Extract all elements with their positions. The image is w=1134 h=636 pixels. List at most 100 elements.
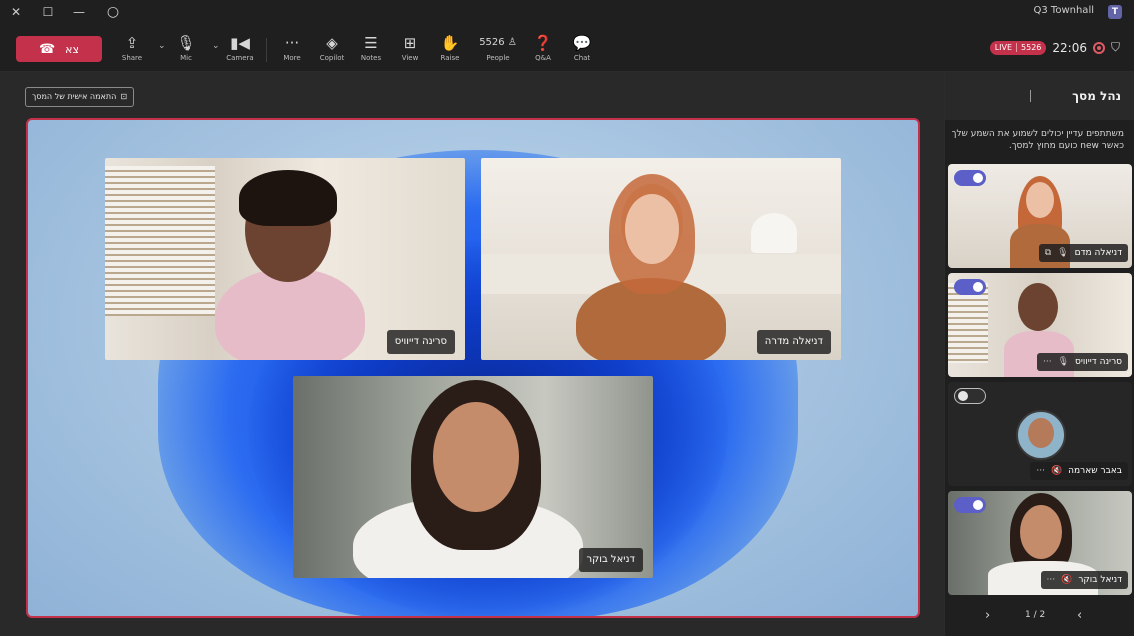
people-count: 5526 xyxy=(479,37,505,48)
bookshelf xyxy=(948,283,988,363)
manage-screen-panel: נהל מסך משתתפים עדיין יכולים לשמוע את הש… xyxy=(944,72,1134,636)
tile-name-tag: דניאלה מדרה xyxy=(756,330,831,354)
copilot-icon: ◈ xyxy=(326,34,338,52)
recording-icon xyxy=(1092,41,1105,54)
view-label: View xyxy=(401,54,419,62)
more-dots-icon[interactable]: ··· xyxy=(1043,353,1052,371)
camera-icon: ▮◀ xyxy=(230,34,250,52)
participant-name-tag: ··· 🎙 סרינה דייוויס xyxy=(1036,353,1128,371)
participant-name: דניאלה מדם xyxy=(1074,248,1122,258)
view-button[interactable]: ⊞ View xyxy=(392,33,428,67)
on-screen-toggle[interactable] xyxy=(954,388,986,404)
participant-name-tag: ··· 🔇 באבר שארמה xyxy=(1030,462,1128,480)
participant-face xyxy=(625,194,679,264)
people-button[interactable]: 5526 ♙ People xyxy=(472,33,524,67)
shield-icon: ⛉ xyxy=(1110,40,1120,54)
panel-title: נהל מסך xyxy=(1072,89,1121,103)
more-label: More xyxy=(283,54,301,62)
notes-button[interactable]: ☰ Notes xyxy=(353,33,389,67)
on-screen-toggle[interactable] xyxy=(954,497,986,513)
tile-name-tag: סרינה דייוויס xyxy=(386,330,455,354)
mic-muted-icon: 🔇 xyxy=(1061,575,1073,585)
view-grid-icon: ⊞ xyxy=(403,34,417,52)
minimize-window-icon[interactable]: — xyxy=(71,4,87,20)
participant-face xyxy=(1026,182,1054,218)
people-icon: 5526 ♙ xyxy=(479,37,517,48)
participant-head xyxy=(1018,283,1058,331)
next-page-chevron-icon[interactable]: › xyxy=(985,608,990,623)
copilot-label: Copilot xyxy=(319,54,345,62)
meeting-stage: התאמה אישית של המסך ⊡ סרינה דייוויס דניא… xyxy=(0,72,944,636)
live-badge: 5526 LIVE xyxy=(989,40,1047,55)
meeting-timer: 22:06 xyxy=(1052,40,1087,55)
notes-icon: ☰ xyxy=(364,34,378,52)
more-button[interactable]: ··· More xyxy=(274,33,310,67)
copilot-button[interactable]: ◈ Copilot xyxy=(314,33,350,67)
chat-button[interactable]: 💬 Chat xyxy=(564,33,600,67)
avatar-face xyxy=(1028,418,1054,448)
share-icon: ⇪ xyxy=(125,34,139,52)
participant-tile[interactable]: ··· 🔇 דניאל בוקר xyxy=(948,491,1132,595)
qa-icon: ❓ xyxy=(533,34,553,52)
people-label: People xyxy=(486,54,510,62)
camera-button[interactable]: ▮◀ Camera xyxy=(222,33,258,67)
chat-icon: 💬 xyxy=(572,34,592,52)
mic-icon: 🎙 xyxy=(1057,357,1070,367)
camera-label: Camera xyxy=(226,54,254,62)
participant-hair xyxy=(239,170,337,226)
toolbar-divider xyxy=(266,38,267,62)
participant-name: דניאל בוקר xyxy=(1078,575,1122,585)
qa-button[interactable]: ❓ Q&A xyxy=(525,33,561,67)
tile-name-tag: דניאל בוקר xyxy=(578,548,643,572)
camera-options-chevron-icon[interactable]: ⌄ xyxy=(212,41,220,51)
video-tile[interactable]: סרינה דייוויס xyxy=(105,158,465,360)
mic-options-chevron-icon[interactable]: ⌄ xyxy=(158,41,166,51)
participant-name: באבר שארמה xyxy=(1068,466,1122,476)
meeting-status: 5526 LIVE 22:06 ⛉ xyxy=(989,40,1120,55)
video-tile[interactable]: דניאלה מדרה xyxy=(481,158,841,360)
prev-page-chevron-icon[interactable]: ‹ xyxy=(1077,608,1082,623)
raise-label: Raise xyxy=(440,54,460,62)
layout-person-icon: ⊡ xyxy=(120,92,128,101)
live-count: 5526 xyxy=(1016,43,1041,52)
page-indicator: 1 / 2 xyxy=(1025,610,1046,620)
maximize-window-icon[interactable]: ☐ xyxy=(40,4,56,20)
panel-description: משתתפים עדיין יכולים לשמוע את השמע שלך כ… xyxy=(951,129,1124,151)
qa-label: Q&A xyxy=(535,54,551,62)
share-button[interactable]: ⇪ Share xyxy=(114,33,150,67)
participant-face xyxy=(1020,505,1062,559)
participant-face xyxy=(433,402,519,512)
leave-label: צא xyxy=(65,42,80,56)
teams-app-icon: T xyxy=(1108,5,1122,19)
more-dots-icon[interactable]: ··· xyxy=(1036,462,1045,480)
shared-scene: סרינה דייוויס דניאלה מדרה דניאל בוקר xyxy=(26,118,920,618)
video-tile[interactable]: דניאל בוקר xyxy=(293,376,653,578)
close-window-icon[interactable]: ✕ xyxy=(8,4,24,20)
mic-label: Mic xyxy=(180,54,192,62)
raise-hand-button[interactable]: ✋ Raise xyxy=(432,33,468,67)
on-screen-toggle[interactable] xyxy=(954,170,986,186)
more-dots-icon[interactable]: ··· xyxy=(1047,571,1056,589)
on-screen-toggle[interactable] xyxy=(954,279,986,295)
mic-button[interactable]: 🎙 Mic xyxy=(168,33,204,67)
participant-name-tag: ··· 🔇 דניאל בוקר xyxy=(1040,571,1128,589)
chat-label: Chat xyxy=(573,54,591,62)
customize-layout-button[interactable]: התאמה אישית של המסך ⊡ xyxy=(25,87,135,107)
bookshelf xyxy=(105,166,215,316)
meeting-toolbar: ☎ צא ⇪ Share ⌄ 🎙 Mic ⌄ ▮◀ Camera ··· Mor… xyxy=(0,24,1134,72)
mic-icon: 🎙 xyxy=(1057,248,1069,258)
mic-muted-icon: 🔇 xyxy=(1050,466,1063,476)
status-circle-icon[interactable]: ○ xyxy=(105,4,121,20)
title-bar: ✕ ☐ — ○ Q3 Townhall T xyxy=(0,0,1134,24)
participant-tile[interactable]: ··· 🔇 באבר שארמה xyxy=(948,382,1132,486)
participant-tile[interactable]: ⧉ 🎙 דניאלה מדם xyxy=(948,164,1132,268)
participant-name: סרינה דייוויס xyxy=(1075,357,1122,367)
lamp xyxy=(751,213,797,253)
more-dots-icon: ··· xyxy=(284,34,300,52)
panel-header-divider xyxy=(1030,90,1031,102)
participant-tile[interactable]: ··· 🎙 סרינה דייוויס xyxy=(948,273,1132,377)
share-label: Share xyxy=(121,54,143,62)
leave-button[interactable]: ☎ צא xyxy=(16,36,102,62)
participant-name-tag: ⧉ 🎙 דניאלה מדם xyxy=(1038,244,1128,262)
panel-header: נהל מסך xyxy=(945,72,1134,120)
